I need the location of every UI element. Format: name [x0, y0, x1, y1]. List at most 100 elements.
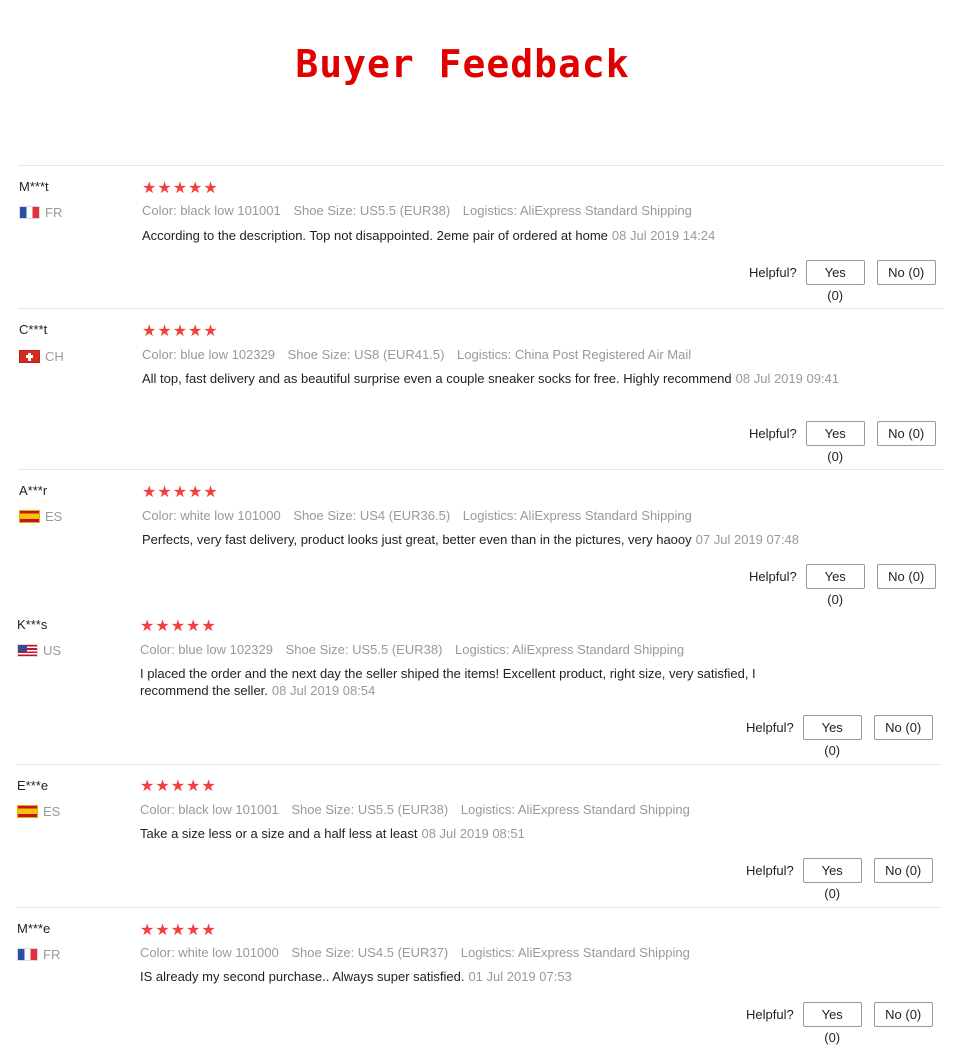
review-text: According to the description. Top not di… — [142, 227, 842, 244]
rating-stars: ★★★★★ — [140, 922, 217, 939]
buyer-country: FR — [17, 947, 60, 962]
yes-button[interactable]: Yes (0) — [805, 421, 865, 464]
review-comment: IS already my second purchase.. Always s… — [140, 969, 465, 984]
color-info: Color: blue low 102329 — [142, 347, 275, 362]
review-comment: I placed the order and the next day the … — [140, 666, 756, 698]
page-title: Buyer Feedback — [295, 42, 630, 86]
france-flag-icon — [19, 206, 40, 219]
france-flag-icon — [17, 948, 38, 961]
buyer-country: CH — [19, 349, 64, 364]
size-info: Shoe Size: US4.5 (EUR37) — [291, 945, 449, 960]
buyer-name: C***t — [19, 322, 48, 337]
review-date: 01 Jul 2019 07:53 — [468, 969, 572, 984]
review-text: Take a size less or a size and a half le… — [140, 825, 840, 842]
review-date: 08 Jul 2019 08:51 — [421, 826, 525, 841]
rating-stars: ★★★★★ — [142, 484, 219, 501]
review-text: All top, fast delivery and as beautiful … — [142, 370, 842, 387]
no-button[interactable]: No (0) — [873, 858, 933, 883]
color-info: Color: black low 101001 — [140, 802, 279, 817]
review-text: I placed the order and the next day the … — [140, 665, 800, 699]
spain-flag-icon — [19, 510, 40, 523]
color-info: Color: white low 101000 — [142, 508, 281, 523]
no-button[interactable]: No (0) — [876, 421, 936, 446]
divider — [18, 165, 944, 166]
rating-stars: ★★★★★ — [140, 618, 217, 635]
no-button[interactable]: No (0) — [876, 260, 936, 285]
logistics-info: Logistics: AliExpress Standard Shipping — [462, 203, 692, 218]
no-button[interactable]: No (0) — [876, 564, 936, 589]
logistics-info: Logistics: AliExpress Standard Shipping — [455, 642, 685, 657]
helpful-vote: Helpful? Yes (0) No (0) — [746, 1002, 933, 1045]
review-comment: Perfects, very fast delivery, product lo… — [142, 532, 692, 547]
color-info: Color: white low 101000 — [140, 945, 279, 960]
yes-button[interactable]: Yes (0) — [802, 715, 862, 758]
review-comment: According to the description. Top not di… — [142, 228, 608, 243]
color-info: Color: blue low 102329 — [140, 642, 273, 657]
buyer-name: K***s — [17, 617, 48, 632]
no-button[interactable]: No (0) — [873, 1002, 933, 1027]
review-date: 08 Jul 2019 09:41 — [735, 371, 840, 386]
yes-button[interactable]: Yes (0) — [802, 858, 862, 901]
review-date: 08 Jul 2019 14:24 — [611, 228, 716, 243]
size-info: Shoe Size: US4 (EUR36.5) — [293, 508, 451, 523]
review-text: Perfects, very fast delivery, product lo… — [142, 531, 862, 548]
order-info: Color: black low 101001 Shoe Size: US5.5… — [142, 203, 701, 218]
us-flag-icon — [17, 644, 38, 657]
buyer-name: M***t — [19, 179, 49, 194]
size-info: Shoe Size: US5.5 (EUR38) — [293, 203, 451, 218]
buyer-country: FR — [19, 205, 62, 220]
review-comment: All top, fast delivery and as beautiful … — [142, 371, 732, 386]
logistics-info: Logistics: AliExpress Standard Shipping — [460, 802, 690, 817]
size-info: Shoe Size: US5.5 (EUR38) — [285, 642, 443, 657]
divider — [16, 907, 940, 908]
buyer-country: ES — [19, 509, 62, 524]
buyer-name: A***r — [19, 483, 48, 498]
switzerland-flag-icon — [19, 350, 40, 363]
rating-stars: ★★★★★ — [142, 323, 219, 340]
helpful-label: Helpful? — [749, 569, 797, 584]
buyer-name: M***e — [17, 921, 51, 936]
rating-stars: ★★★★★ — [142, 180, 219, 197]
order-info: Color: blue low 102329 Shoe Size: US5.5 … — [140, 642, 693, 657]
divider — [16, 764, 940, 765]
helpful-label: Helpful? — [746, 720, 794, 735]
country-code: FR — [43, 947, 61, 962]
helpful-vote: Helpful? Yes (0) No (0) — [749, 421, 936, 464]
spain-flag-icon — [17, 805, 38, 818]
helpful-label: Helpful? — [749, 426, 797, 441]
country-code: US — [43, 643, 62, 658]
helpful-label: Helpful? — [746, 863, 794, 878]
helpful-vote: Helpful? Yes (0) No (0) — [749, 260, 936, 303]
helpful-vote: Helpful? Yes (0) No (0) — [749, 564, 936, 607]
review-text: IS already my second purchase.. Always s… — [140, 968, 840, 985]
no-button[interactable]: No (0) — [873, 715, 933, 740]
yes-button[interactable]: Yes (0) — [805, 564, 865, 607]
yes-button[interactable]: Yes (0) — [805, 260, 865, 303]
buyer-country: US — [17, 643, 61, 658]
buyer-country: ES — [17, 804, 60, 819]
review-date: 07 Jul 2019 07:48 — [695, 532, 800, 547]
divider — [18, 469, 944, 470]
helpful-vote: Helpful? Yes (0) No (0) — [746, 858, 933, 901]
color-info: Color: black low 101001 — [142, 203, 281, 218]
rating-stars: ★★★★★ — [140, 778, 217, 795]
helpful-vote: Helpful? Yes (0) No (0) — [746, 715, 933, 758]
helpful-label: Helpful? — [749, 265, 797, 280]
logistics-info: Logistics: AliExpress Standard Shipping — [462, 508, 692, 523]
yes-button[interactable]: Yes (0) — [802, 1002, 862, 1045]
buyer-name: E***e — [17, 778, 49, 793]
order-info: Color: white low 101000 Shoe Size: US4.5… — [140, 945, 699, 960]
size-info: Shoe Size: US5.5 (EUR38) — [291, 802, 449, 817]
country-code: ES — [45, 509, 63, 524]
review-date: 08 Jul 2019 08:54 — [271, 683, 376, 698]
country-code: FR — [45, 205, 63, 220]
country-code: ES — [43, 804, 61, 819]
order-info: Color: black low 101001 Shoe Size: US5.5… — [140, 802, 699, 817]
logistics-info: Logistics: China Post Registered Air Mai… — [457, 347, 692, 362]
helpful-label: Helpful? — [746, 1007, 794, 1022]
country-code: CH — [45, 349, 64, 364]
review-comment: Take a size less or a size and a half le… — [140, 826, 418, 841]
logistics-info: Logistics: AliExpress Standard Shipping — [460, 945, 690, 960]
order-info: Color: white low 101000 Shoe Size: US4 (… — [142, 508, 701, 523]
size-info: Shoe Size: US8 (EUR41.5) — [287, 347, 445, 362]
